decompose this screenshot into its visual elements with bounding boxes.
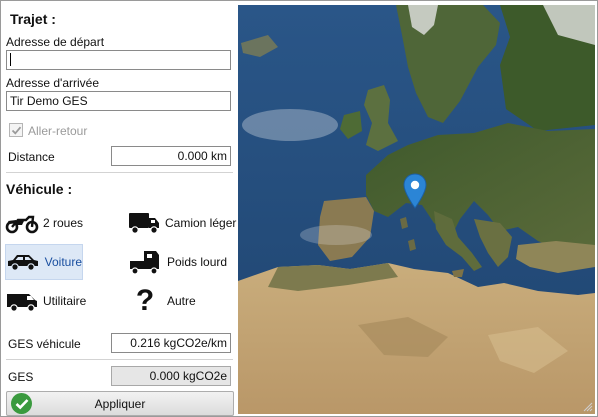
- vehicle-label-autre: Autre: [167, 294, 196, 308]
- divider: [6, 172, 233, 173]
- resize-grip-icon[interactable]: [583, 402, 593, 412]
- vehicule-title: Véhicule :: [6, 181, 73, 197]
- ges-vehicle-label: GES véhicule: [8, 337, 81, 351]
- satellite-map[interactable]: [238, 5, 595, 414]
- arrival-label: Adresse d'arrivée: [6, 76, 99, 90]
- distance-label: Distance: [8, 150, 55, 164]
- vehicle-option-camion-leger[interactable]: Camion léger: [127, 205, 237, 241]
- ges-label: GES: [8, 370, 34, 384]
- light-truck-icon: [127, 210, 161, 236]
- van-icon: [5, 288, 39, 314]
- trajet-title: Trajet :: [10, 11, 56, 27]
- distance-input[interactable]: 0.000 km: [111, 146, 231, 166]
- round-trip-label: Aller-retour: [28, 124, 88, 138]
- vehicle-label-camion-leger: Camion léger: [165, 216, 237, 230]
- divider: [6, 359, 233, 360]
- vehicle-option-poids-lourd[interactable]: Poids lourd: [127, 244, 235, 280]
- motorcycle-icon: [5, 210, 39, 236]
- text-caret: [10, 53, 11, 67]
- departure-label: Adresse de départ: [6, 35, 105, 49]
- heavy-truck-icon: [127, 249, 163, 275]
- vehicle-option-voiture[interactable]: Voiture: [5, 244, 83, 280]
- window-frame: Trajet : Adresse de départ Adresse d'arr…: [0, 0, 598, 417]
- round-trip-checkbox[interactable]: [9, 123, 23, 137]
- vehicle-label-voiture: Voiture: [44, 255, 82, 269]
- car-icon: [6, 249, 41, 275]
- vehicle-label-utilitaire: Utilitaire: [43, 294, 87, 308]
- vehicle-option-autre[interactable]: ? Autre: [127, 283, 235, 319]
- ges-output: 0.000 kgCO2e: [111, 366, 231, 386]
- vehicle-option-2-roues[interactable]: 2 roues: [5, 205, 83, 241]
- vehicle-label-2-roues: 2 roues: [43, 216, 84, 230]
- ges-vehicle-input[interactable]: 0.216 kgCO2e/km: [111, 333, 231, 353]
- map-pin-icon[interactable]: [403, 173, 427, 209]
- checkmark-icon: [11, 126, 22, 135]
- arrival-input[interactable]: Tir Demo GES: [6, 91, 231, 111]
- trip-settings-panel: Trajet : Adresse de départ Adresse d'arr…: [2, 2, 237, 416]
- vehicle-label-poids-lourd: Poids lourd: [167, 255, 228, 269]
- question-mark-icon: ?: [135, 284, 155, 317]
- vehicle-option-utilitaire[interactable]: Utilitaire: [5, 283, 87, 319]
- apply-button-label: Appliquer: [94, 397, 146, 411]
- departure-input[interactable]: [6, 50, 231, 70]
- apply-button[interactable]: Appliquer: [6, 391, 234, 416]
